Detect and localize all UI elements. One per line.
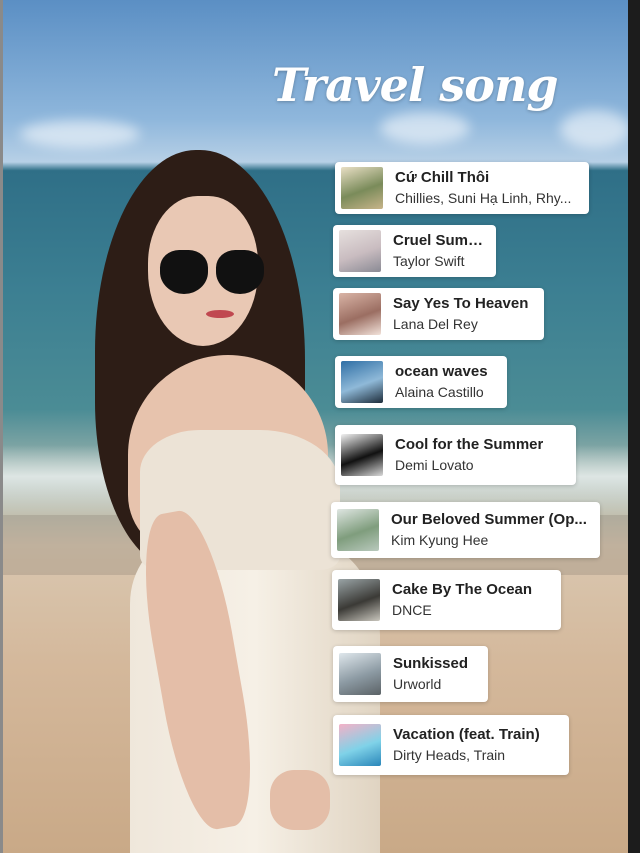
- song-title: Sunkissed: [393, 655, 469, 672]
- song-title: Cruel Summer: [393, 232, 486, 249]
- song-artist: Kim Kyung Hee: [391, 532, 489, 548]
- album-art-vacation-icon: [339, 724, 381, 766]
- song-title: Our Beloved Summer (Op...: [391, 511, 587, 528]
- song-card[interactable]: Cứ Chill Thôi Chillies, Suni Hạ Linh, Rh…: [335, 162, 589, 214]
- song-card[interactable]: Our Beloved Summer (Op... Kim Kyung Hee: [331, 502, 600, 558]
- album-art-ocean-waves-icon: [341, 361, 383, 403]
- page-title: Travel song: [272, 58, 559, 112]
- album-art-cruel-summer-icon: [339, 230, 381, 272]
- song-artist: Lana Del Rey: [393, 316, 478, 332]
- song-card[interactable]: Cake By The Ocean DNCE: [332, 570, 561, 630]
- song-card[interactable]: Cruel Summer Taylor Swift: [333, 225, 496, 277]
- album-art-our-beloved-summer-icon: [337, 509, 379, 551]
- album-art-sunkissed-icon: [339, 653, 381, 695]
- song-title: Cool for the Summer: [395, 436, 544, 453]
- song-card[interactable]: Cool for the Summer Demi Lovato: [335, 425, 576, 485]
- album-art-cake-by-the-ocean-icon: [338, 579, 380, 621]
- beach-photo: Travel song Cứ Chill Thôi Chillies, Suni…: [0, 0, 640, 853]
- song-card[interactable]: Vacation (feat. Train) Dirty Heads, Trai…: [333, 715, 569, 775]
- song-artist: Urworld: [393, 676, 442, 692]
- song-card[interactable]: ocean waves Alaina Castillo: [335, 356, 507, 408]
- song-artist: Demi Lovato: [395, 457, 474, 473]
- song-card[interactable]: Say Yes To Heaven Lana Del Rey: [333, 288, 544, 340]
- cloud: [380, 112, 470, 144]
- sunglasses-icon: [160, 250, 264, 298]
- song-artist: Dirty Heads, Train: [393, 747, 506, 763]
- song-artist: Alaina Castillo: [395, 384, 484, 400]
- left-edge: [0, 0, 3, 853]
- girl-lips: [206, 310, 234, 318]
- song-title: Vacation (feat. Train): [393, 726, 540, 743]
- girl-hand: [270, 770, 330, 830]
- right-edge: [628, 0, 640, 853]
- cloud: [560, 110, 630, 148]
- song-title: Say Yes To Heaven: [393, 295, 529, 312]
- song-title: Cứ Chill Thôi: [395, 169, 490, 186]
- song-artist: Chillies, Suni Hạ Linh, Rhy...: [395, 190, 572, 206]
- album-art-say-yes-to-heaven-icon: [339, 293, 381, 335]
- song-card[interactable]: Sunkissed Urworld: [333, 646, 488, 702]
- song-title: Cake By The Ocean: [392, 581, 533, 598]
- song-artist: DNCE: [392, 602, 432, 618]
- song-title: ocean waves: [395, 363, 488, 380]
- cloud: [20, 120, 140, 148]
- song-artist: Taylor Swift: [393, 253, 465, 269]
- album-art-cu-chill-thoi-icon: [341, 167, 383, 209]
- album-art-cool-for-the-summer-icon: [341, 434, 383, 476]
